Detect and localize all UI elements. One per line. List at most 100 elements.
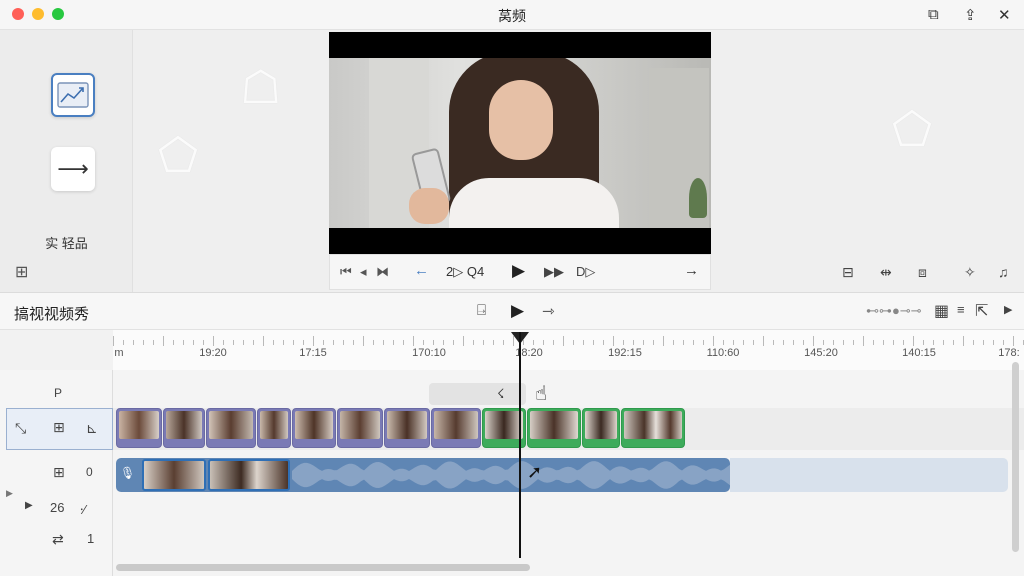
audio-clip[interactable]: 🎙	[116, 458, 730, 492]
ruler-tick	[813, 336, 814, 346]
expand-icon[interactable]: ▶	[1004, 303, 1012, 316]
ruler-tick	[123, 340, 124, 345]
ruler-tick	[883, 340, 884, 345]
ruler-tick	[683, 340, 684, 345]
ruler-tick	[703, 340, 704, 345]
ruler-tick	[863, 336, 864, 346]
ruler-tick	[113, 336, 114, 346]
aspect-ratio-icon[interactable]: ⧈	[918, 264, 927, 281]
video-clip[interactable]	[116, 408, 162, 448]
ruler-tick	[943, 340, 944, 345]
selected-clip[interactable]	[582, 408, 620, 448]
ruler-tick	[613, 336, 614, 346]
timeline-ruler[interactable]: m 19:20 17:15 170:10 18:20 192:15 110:60…	[113, 330, 1024, 370]
ruler-tick	[563, 336, 564, 346]
vertical-scrollbar[interactable]	[1012, 362, 1019, 552]
counter-b: 1	[87, 531, 95, 546]
ruler-tick	[473, 340, 474, 345]
ruler-tick	[873, 340, 874, 345]
pentagon-doodle-icon: ⬠	[158, 129, 198, 181]
step-forward-icon[interactable]: ⧓	[376, 264, 389, 280]
ruler-tick	[413, 336, 414, 346]
ruler-tick	[143, 340, 144, 345]
video-clip[interactable]	[206, 408, 256, 448]
transition-tool-button[interactable]: ⟶	[51, 147, 95, 191]
ruler-tick	[803, 340, 804, 345]
ruler-tick	[623, 340, 624, 345]
microphone-icon: 🎙	[120, 466, 136, 480]
ruler-tick	[783, 340, 784, 345]
collapse-icon[interactable]: ▶	[6, 488, 13, 499]
video-preview[interactable]	[329, 32, 711, 254]
ruler-tick	[153, 340, 154, 345]
tooltip-label: ☇	[497, 386, 505, 401]
ruler-tick	[363, 336, 364, 346]
ruler-tick	[223, 340, 224, 345]
ruler-tick	[403, 340, 404, 345]
grid-icon[interactable]: ⊞	[53, 464, 65, 481]
skip-start-icon[interactable]: ⏮	[340, 264, 352, 280]
step-back-icon[interactable]: ◂	[360, 264, 367, 280]
ruler-tick	[433, 340, 434, 345]
grid-icon[interactable]: ⊞	[15, 262, 28, 282]
playhead[interactable]	[519, 332, 521, 558]
close-icon[interactable]: ✕	[998, 6, 1011, 24]
ruler-tick	[633, 340, 634, 345]
back-arrow-icon[interactable]: ←	[414, 262, 429, 279]
video-clip[interactable]	[257, 408, 291, 448]
ruler-label: 145:20	[804, 347, 838, 359]
forward-arrow-icon[interactable]: →	[684, 262, 699, 279]
magic-icon[interactable]: ✧	[964, 264, 976, 281]
doodle-icon: ☖	[240, 61, 282, 113]
pen-icon[interactable]: ⸱⁄	[80, 500, 86, 518]
video-clip[interactable]	[384, 408, 430, 448]
ruler-tick	[993, 340, 994, 345]
split-icon[interactable]: ⍈	[477, 302, 486, 319]
waveform	[292, 461, 730, 489]
arrow-right-icon: ⟶	[57, 156, 89, 181]
ruler-tick	[323, 340, 324, 345]
selected-clip[interactable]	[621, 408, 685, 448]
layers-icon[interactable]: ⧉	[928, 6, 939, 23]
row-label: P	[54, 386, 63, 400]
select-icon[interactable]: ⤡	[15, 420, 26, 437]
audio-video-thumb	[142, 459, 206, 491]
video-clip[interactable]	[431, 408, 481, 448]
ruler-tick	[903, 340, 904, 345]
play-button[interactable]: ▶	[512, 261, 525, 281]
export-icon[interactable]: ⇱	[975, 301, 988, 321]
tools-panel-label: 实 轻品	[45, 236, 88, 251]
face	[489, 80, 553, 160]
ruler-tick	[263, 336, 264, 346]
timeline-play-button[interactable]: ▶	[511, 301, 524, 321]
ruler-tick	[663, 336, 664, 346]
zoom-slider[interactable]: ⊷⊶●⊸⊸	[866, 303, 922, 319]
fast-forward-icon[interactable]: ▶▶	[544, 264, 564, 280]
video-clip[interactable]	[163, 408, 205, 448]
ruler-tick	[953, 340, 954, 345]
ruler-tick	[173, 340, 174, 345]
menu-icon[interactable]: ≡	[957, 302, 965, 317]
speed-icon[interactable]: ⇹	[880, 264, 892, 281]
audio-clip-extension[interactable]	[730, 458, 1008, 492]
mark-in-button[interactable]: D▷	[576, 264, 595, 280]
swap-icon[interactable]: ⇄	[52, 531, 64, 548]
grid-icon[interactable]: ⊞	[53, 419, 65, 436]
selected-clip[interactable]	[527, 408, 581, 448]
ruler-tick	[833, 340, 834, 345]
ruler-tick	[233, 340, 234, 345]
effects-tool-button[interactable]	[51, 73, 95, 117]
trim-icon[interactable]: ⊟	[842, 264, 854, 281]
share-icon[interactable]: ⇪	[964, 6, 977, 24]
music-icon[interactable]: ♫	[998, 264, 1009, 280]
crop-icon[interactable]: ⊾	[86, 420, 98, 437]
calendar-icon[interactable]: ▦	[934, 301, 949, 321]
horizontal-scrollbar[interactable]	[116, 564, 530, 571]
forward-icon[interactable]: ⇾	[542, 302, 555, 320]
video-clip[interactable]	[337, 408, 383, 448]
video-clip[interactable]	[292, 408, 336, 448]
project-title: 搞视视频秀	[14, 306, 90, 323]
timecode-display: 2▷ Q4	[446, 264, 485, 279]
flag-icon[interactable]: ▶	[25, 500, 33, 511]
ruler-tick	[183, 340, 184, 345]
